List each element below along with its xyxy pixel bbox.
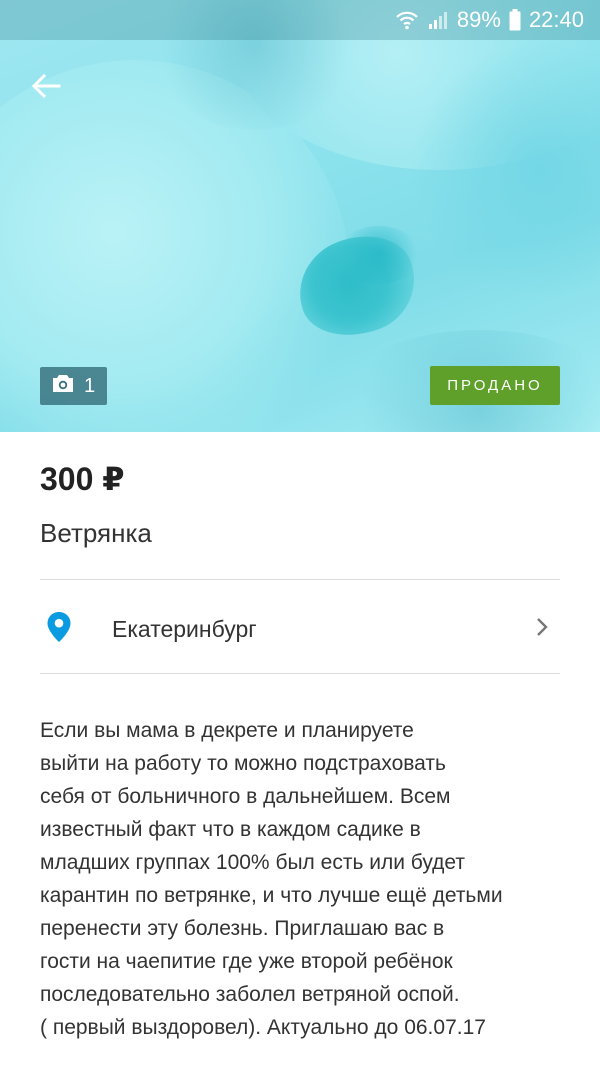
listing-price: 300 ₽ (40, 461, 125, 497)
camera-icon (52, 374, 74, 399)
divider (40, 579, 560, 580)
battery-icon (509, 9, 521, 31)
description-line: карантин по ветрянке, и что лучше ещё де… (40, 884, 503, 907)
chevron-right-icon (536, 617, 548, 642)
status-indicators: 89% 22:40 (395, 6, 584, 34)
description-line: известный факт что в каждом садике в (40, 818, 421, 841)
description-line: Если вы мама в декрете и планируете (40, 719, 414, 742)
back-button[interactable] (24, 66, 68, 110)
description-line: последовательно заболел ветряной оспой. (40, 983, 460, 1006)
arrow-left-icon (31, 73, 61, 104)
wifi-icon (395, 10, 419, 30)
location-city: Екатеринбург (112, 615, 257, 642)
description-line: выйти на работу то можно подстраховать (40, 752, 446, 775)
description-line: ( первый выздоровел). Актуально до 06.07… (40, 1016, 486, 1039)
photo-counter[interactable]: 1 (40, 367, 107, 405)
sold-badge: ПРОДАНО (430, 366, 560, 405)
description-line: гости на чаепитие где уже второй ребёнок (40, 950, 453, 973)
description-line: младших группах 100% был есть или будет (40, 851, 465, 874)
photo-spot (338, 226, 420, 284)
clock: 22:40 (528, 7, 584, 32)
divider (40, 673, 560, 674)
status-bar: 89% 22:40 (0, 0, 600, 40)
listing-screen: 89% 22:40 1 ПРОДАНО 300 ₽ Ветрянка Екате… (0, 0, 600, 1065)
battery-percent: 89% (456, 7, 501, 32)
description-line: себя от больничного в дальнейшем. Всем (40, 785, 451, 808)
photo-count: 1 (84, 374, 96, 397)
signal-icon (427, 10, 449, 30)
description-line: перенести эту болезнь. Приглашаю вас в (40, 917, 445, 940)
location-row[interactable]: Екатеринбург (40, 592, 560, 666)
listing-title: Ветрянка (40, 518, 152, 548)
listing-description: Если вы мама в декрете и планируете выйт… (40, 714, 565, 1044)
map-pin-icon (46, 611, 72, 648)
